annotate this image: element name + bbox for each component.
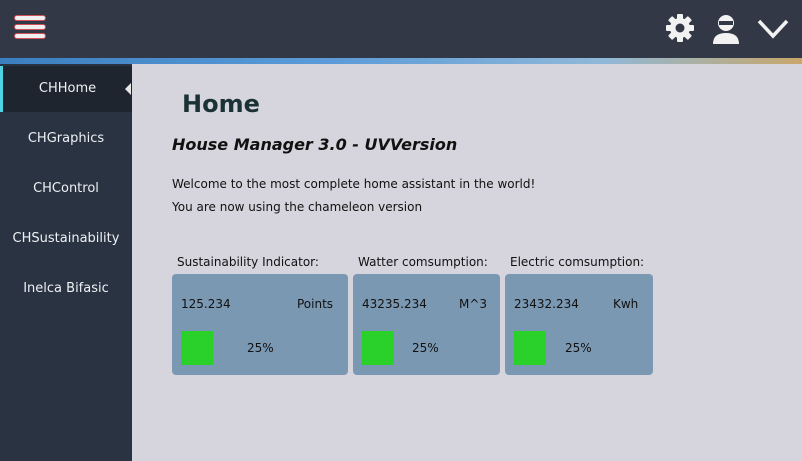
card-value: 125.234 — [181, 297, 231, 311]
sidebar-item-label: CHSustainability — [12, 231, 120, 246]
sidebar-item-label: CHHome — [38, 81, 97, 96]
top-bar — [0, 0, 802, 58]
card-value: 23432.234 — [514, 297, 579, 311]
card-percent: 25% — [565, 341, 592, 355]
water-consumption-card: 43235.234 M^3 25% — [353, 274, 500, 375]
chevron-down-icon[interactable] — [756, 12, 790, 46]
sidebar-item-label: CHGraphics — [27, 131, 105, 146]
sidebar-item-chcontrol[interactable]: CHControl — [0, 166, 132, 212]
card-unit: Points — [297, 297, 334, 311]
page-title: Home — [182, 90, 260, 118]
level-indicator — [514, 331, 546, 365]
card-percent: 25% — [412, 341, 439, 355]
sidebar-item-label: CHControl — [33, 181, 99, 196]
sidebar: CHHome CHGraphics CHControl CHSustainabi… — [0, 64, 132, 461]
sustainability-card: 125.234 Points 25% — [172, 274, 348, 375]
sidebar-item-chgraphics[interactable]: CHGraphics — [0, 116, 132, 162]
app-subtitle: House Manager 3.0 - UVVersion — [172, 135, 458, 154]
level-indicator — [181, 331, 213, 365]
main-content: Home House Manager 3.0 - UVVersion Welco… — [132, 64, 802, 461]
sustainability-card-label: Sustainability Indicator: — [177, 255, 319, 269]
card-value: 43235.234 — [362, 297, 427, 311]
sidebar-item-label: Inelca Bifasic — [23, 281, 109, 296]
active-caret-icon — [125, 83, 131, 95]
card-unit: Kwh — [613, 297, 639, 311]
card-percent: 25% — [247, 341, 274, 355]
electric-card-label: Electric comsumption: — [510, 255, 645, 269]
water-card-label: Watter comsumption: — [358, 255, 488, 269]
version-text: You are now using the chameleon version — [172, 200, 423, 214]
level-indicator — [362, 331, 394, 365]
welcome-text: Welcome to the most complete home assist… — [172, 177, 536, 191]
user-icon[interactable] — [710, 12, 742, 44]
gear-icon[interactable] — [664, 12, 696, 44]
hamburger-menu-icon[interactable] — [15, 14, 47, 40]
sidebar-item-chsustainability[interactable]: CHSustainability — [0, 216, 132, 262]
card-unit: M^3 — [459, 297, 488, 311]
electric-consumption-card: 23432.234 Kwh 25% — [505, 274, 653, 375]
sidebar-item-chhome[interactable]: CHHome — [0, 66, 132, 112]
sidebar-item-inelca-bifasic[interactable]: Inelca Bifasic — [0, 266, 132, 312]
